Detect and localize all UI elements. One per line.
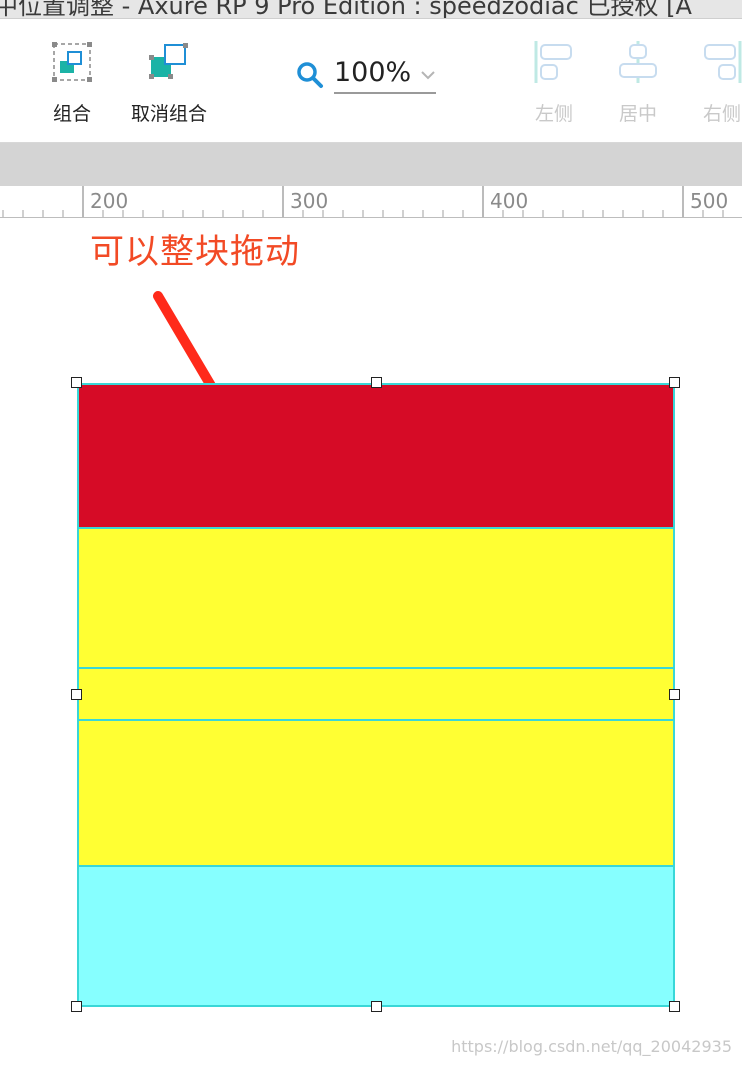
zoom-control[interactable]: 100% [296, 57, 438, 95]
resize-handle-top[interactable] [371, 377, 382, 388]
annotation-text: 可以整块拖动 [90, 232, 300, 272]
group-icon [51, 41, 93, 83]
group-label: 组合 [52, 103, 91, 125]
group-button[interactable]: 组合 [22, 41, 122, 126]
ungroup-icon [148, 41, 190, 83]
watermark: https://blog.csdn.net/qq_20042935 [451, 1037, 732, 1056]
yellow-block-3[interactable] [77, 719, 675, 867]
panel-divider [0, 143, 742, 186]
axure-window: 中位置调整 - Axure RP 9 Pro Edition : speedzo… [0, 0, 742, 1066]
title-bar: 中位置调整 - Axure RP 9 Pro Edition : speedzo… [0, 0, 742, 19]
zoom-underline [334, 92, 436, 94]
horizontal-ruler[interactable]: 200 300 400 500 [0, 186, 742, 218]
yellow-block-1[interactable] [77, 527, 675, 669]
resize-handle-bottom-right[interactable] [669, 1001, 680, 1012]
resize-handle-bottom[interactable] [371, 1001, 382, 1012]
red-block[interactable] [77, 383, 675, 529]
selected-group[interactable] [71, 377, 680, 1012]
resize-handle-left[interactable] [71, 689, 82, 700]
cyan-block[interactable] [77, 865, 675, 1007]
ungroup-label: 取消组合 [130, 103, 207, 125]
toolbar: 组合 取消组合 100% 左侧 居中 右侧 [0, 19, 742, 143]
zoom-value[interactable]: 100% [334, 57, 411, 88]
ruler-label-300: 300 [290, 189, 329, 213]
ruler-label-400: 400 [490, 189, 529, 213]
design-canvas[interactable]: 可以整块拖动 https://blog.csdn.net/qq_20042935 [0, 218, 742, 1066]
align-right-icon [701, 41, 742, 83]
resize-handle-top-left[interactable] [71, 377, 82, 388]
align-left-icon [533, 41, 575, 83]
window-title: 中位置调整 - Axure RP 9 Pro Edition : speedzo… [0, 0, 692, 19]
ungroup-button[interactable]: 取消组合 [119, 41, 219, 126]
align-right-button[interactable]: 右侧 [672, 41, 742, 126]
resize-handle-right[interactable] [669, 689, 680, 700]
chevron-down-icon[interactable] [420, 67, 436, 83]
resize-handle-top-right[interactable] [669, 377, 680, 388]
yellow-block-2[interactable] [77, 667, 675, 721]
align-center-icon [617, 41, 659, 83]
ruler-label-200: 200 [90, 189, 129, 213]
align-right-label: 右侧 [702, 103, 741, 125]
ruler-label-500: 500 [690, 189, 729, 213]
resize-handle-bottom-left[interactable] [71, 1001, 82, 1012]
search-icon [297, 62, 323, 88]
